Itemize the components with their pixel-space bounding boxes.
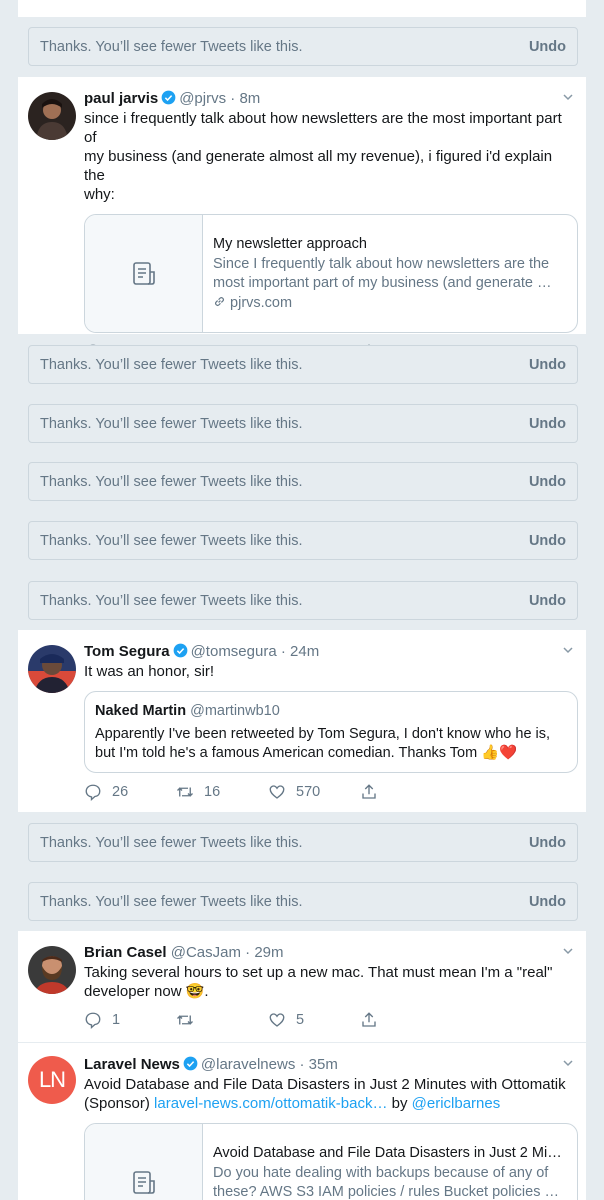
reply-count: 26	[112, 784, 129, 800]
verified-badge-icon	[173, 643, 187, 658]
retweet-icon	[177, 787, 193, 797]
tweet-text: since i frequently talk about how newsle…	[84, 110, 562, 203]
reply-icon	[85, 1012, 101, 1029]
document-icon	[85, 215, 203, 332]
quoted-display-name: Naked Martin	[95, 703, 187, 719]
tweet-text: Avoid Database and File Data Disasters i…	[84, 1076, 566, 1112]
avatar[interactable]	[28, 645, 76, 693]
tweet-text: Taking several hours to set up a new mac…	[84, 964, 553, 1000]
undo-button[interactable]: Undo	[529, 474, 566, 490]
fewer-tweets-message: Thanks. You’ll see fewer Tweets like thi…	[40, 415, 303, 432]
quoted-handle: @martinwb10	[190, 703, 280, 719]
like-count: 570	[296, 784, 321, 800]
quoted-tweet-header: Naked Martin @martinwb10	[95, 702, 567, 721]
handle[interactable]: @pjrvs	[179, 90, 226, 107]
fewer-tweets-notice: Thanks. You’ll see fewer Tweets like thi…	[28, 882, 578, 921]
previous-tweet-fragment	[18, 0, 586, 17]
like-count: 5	[296, 1012, 305, 1028]
display-name[interactable]: paul jarvis	[84, 90, 158, 107]
card-title: Avoid Database and File Data Disasters i…	[213, 1145, 567, 1161]
fewer-tweets-message: Thanks. You’ll see fewer Tweets like thi…	[40, 532, 303, 549]
like-button[interactable]: 570	[268, 783, 360, 801]
reply-button[interactable]: 26	[84, 783, 176, 801]
undo-button[interactable]: Undo	[529, 357, 566, 373]
card-description: Since I frequently talk about how newsle…	[213, 256, 552, 291]
heart-icon	[269, 1013, 285, 1027]
fewer-tweets-message: Thanks. You’ll see fewer Tweets like thi…	[40, 592, 303, 609]
display-name[interactable]: Laravel News	[84, 1056, 180, 1073]
handle[interactable]: @CasJam	[171, 944, 241, 961]
share-button[interactable]	[360, 783, 452, 801]
card-link: pjrvs.com	[213, 294, 567, 313]
quoted-tweet[interactable]: Naked Martin @martinwb10 Apparently I've…	[84, 691, 578, 773]
retweet-button[interactable]: 16	[176, 783, 268, 801]
fewer-tweets-message: Thanks. You’ll see fewer Tweets like thi…	[40, 473, 303, 490]
undo-button[interactable]: Undo	[529, 416, 566, 432]
avatar-logo-text: LN	[38, 1067, 66, 1092]
timestamp[interactable]: 8m	[239, 90, 260, 107]
avatar[interactable]: LN	[28, 1056, 76, 1104]
tweet[interactable]: LN Laravel News @laravelnews · 35m Avoid …	[18, 1043, 586, 1200]
card-title: My newsletter approach	[213, 236, 367, 252]
link-icon	[214, 296, 225, 307]
share-button[interactable]	[360, 1011, 452, 1029]
document-icon	[85, 1124, 203, 1200]
undo-button[interactable]: Undo	[529, 835, 566, 851]
tweet-link[interactable]: laravel-news.com/ottomatik-back…	[154, 1095, 387, 1112]
fewer-tweets-notice: Thanks. You’ll see fewer Tweets like thi…	[28, 823, 578, 862]
card-description: Do you hate dealing with backups because…	[213, 1165, 559, 1200]
reply-button[interactable]: 1	[84, 1011, 176, 1029]
fewer-tweets-notice: Thanks. You’ll see fewer Tweets like thi…	[28, 521, 578, 560]
fewer-tweets-message: Thanks. You’ll see fewer Tweets like thi…	[40, 356, 303, 373]
timestamp[interactable]: 24m	[290, 643, 319, 660]
fewer-tweets-message: Thanks. You’ll see fewer Tweets like thi…	[40, 834, 303, 851]
mention-link[interactable]: @ericlbarnes	[412, 1095, 501, 1112]
fewer-tweets-message: Thanks. You’ll see fewer Tweets like thi…	[40, 893, 303, 910]
tweet-actions: 26 16 570	[84, 782, 576, 802]
undo-button[interactable]: Undo	[529, 593, 566, 609]
like-button[interactable]: 5	[268, 1011, 360, 1029]
display-name[interactable]: Tom Segura	[84, 643, 170, 660]
fewer-tweets-notice: Thanks. You’ll see fewer Tweets like thi…	[28, 27, 578, 66]
avatar[interactable]	[28, 946, 76, 994]
fewer-tweets-message: Thanks. You’ll see fewer Tweets like thi…	[40, 38, 303, 55]
share-icon	[362, 784, 376, 799]
undo-button[interactable]: Undo	[529, 533, 566, 549]
tweet-text: It was an honor, sir!	[84, 663, 215, 680]
tweet[interactable]: Brian Casel @CasJam · 29m Taking several…	[18, 931, 586, 1043]
reply-icon	[85, 784, 101, 801]
tweet-header: paul jarvis @pjrvs · 8m	[84, 90, 261, 107]
handle[interactable]: @laravelnews	[201, 1056, 295, 1073]
link-card[interactable]: My newsletter approach Since I frequentl…	[84, 214, 578, 333]
fewer-tweets-notice: Thanks. You’ll see fewer Tweets like thi…	[28, 581, 578, 620]
tweet[interactable]: Tom Segura @tomsegura · 24m It was an hon…	[18, 630, 586, 812]
verified-badge-icon	[161, 90, 176, 105]
tweet-header: Tom Segura @tomsegura · 24m	[84, 643, 320, 660]
tweet-header: Laravel News @laravelnews · 35m	[84, 1056, 338, 1073]
undo-button[interactable]: Undo	[529, 894, 566, 910]
timeline: Thanks. You’ll see fewer Tweets like thi…	[0, 0, 604, 1200]
verified-badge-icon	[183, 1056, 198, 1071]
heart-icon	[269, 785, 285, 799]
share-icon	[362, 1012, 376, 1027]
fewer-tweets-notice: Thanks. You’ll see fewer Tweets like thi…	[28, 404, 578, 443]
retweet-button[interactable]	[176, 1011, 268, 1029]
fewer-tweets-notice: Thanks. You’ll see fewer Tweets like thi…	[28, 462, 578, 501]
reply-count: 1	[112, 1012, 121, 1028]
display-name[interactable]: Brian Casel	[84, 944, 167, 961]
tweet-actions: 1 5	[84, 1010, 576, 1030]
timestamp[interactable]: 35m	[309, 1056, 338, 1073]
link-card[interactable]: Avoid Database and File Data Disasters i…	[84, 1123, 578, 1200]
retweet-icon	[177, 1015, 193, 1025]
tweet[interactable]: paul jarvis @pjrvs · 8m since i frequentl…	[18, 77, 586, 361]
fewer-tweets-notice: Thanks. You’ll see fewer Tweets like thi…	[28, 345, 578, 384]
avatar[interactable]	[28, 92, 76, 140]
undo-button[interactable]: Undo	[529, 39, 566, 55]
quoted-tweet-text: Apparently I've been retweeted by Tom Se…	[95, 726, 551, 761]
tweet-header: Brian Casel @CasJam · 29m	[84, 944, 284, 961]
timestamp[interactable]: 29m	[254, 944, 283, 961]
handle[interactable]: @tomsegura	[191, 643, 277, 660]
retweet-count: 16	[204, 784, 221, 800]
